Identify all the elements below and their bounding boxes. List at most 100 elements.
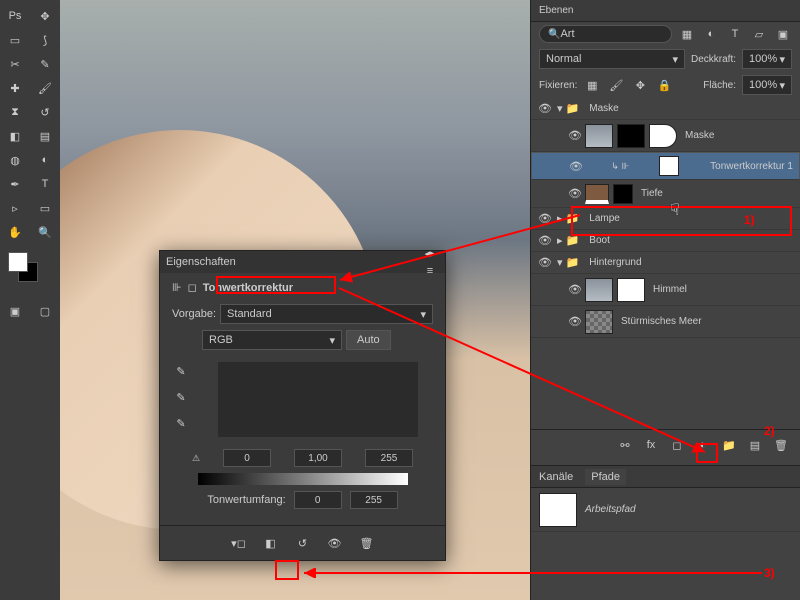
layer-meer-row[interactable]: 👁Stürmisches Meer bbox=[531, 306, 800, 338]
histogram[interactable] bbox=[218, 362, 418, 437]
folder-toggle[interactable]: ▸ 📁 bbox=[557, 234, 579, 247]
paths-tab[interactable]: Pfade bbox=[585, 469, 626, 485]
link-layers-icon[interactable]: ⚯ bbox=[616, 436, 634, 454]
add-mask-icon[interactable]: ◻ bbox=[668, 436, 686, 454]
lasso-tool[interactable]: ⟆ bbox=[32, 29, 58, 51]
layer-thumb[interactable] bbox=[585, 278, 613, 302]
eyedrop-white-icon[interactable]: ✎ bbox=[172, 414, 190, 432]
visibility-icon[interactable]: 👁 bbox=[537, 256, 553, 269]
preset-select[interactable]: Standard▾ bbox=[220, 304, 433, 324]
eyedrop-black-icon[interactable]: ✎ bbox=[172, 362, 190, 380]
clip-icon: ↳ ⊪ bbox=[611, 161, 629, 172]
new-adjustment-icon[interactable]: ◐ bbox=[694, 436, 712, 454]
layer-thumb[interactable] bbox=[585, 124, 613, 148]
gradient-tool[interactable]: ▤ bbox=[32, 125, 58, 147]
layers-panel-tab[interactable]: Ebenen bbox=[531, 0, 800, 22]
group-boot-row[interactable]: 👁▸ 📁Boot bbox=[531, 230, 800, 252]
new-group-icon[interactable]: 📁 bbox=[720, 436, 738, 454]
quickmask-toggle[interactable]: ▣ bbox=[2, 300, 28, 322]
view-previous-icon[interactable]: ◧ bbox=[262, 534, 280, 552]
opacity-input[interactable]: 100%▾ bbox=[742, 49, 792, 69]
visibility-icon[interactable]: 👁 bbox=[568, 160, 584, 173]
fx-icon[interactable]: fx bbox=[642, 436, 660, 454]
layer-tiefe-row[interactable]: 👁Tiefe bbox=[531, 180, 800, 208]
group-lampe-row[interactable]: 👁▸ 📁Lampe bbox=[531, 208, 800, 230]
out-low-input[interactable] bbox=[294, 491, 342, 509]
type-tool[interactable]: T bbox=[32, 173, 58, 195]
pen-tool[interactable]: ✒ bbox=[2, 173, 28, 195]
blend-mode-select[interactable]: Normal▾ bbox=[539, 49, 685, 69]
group-maske-row[interactable]: 👁▾ 📁Maske bbox=[531, 98, 800, 120]
filter-adjust-icon[interactable]: ◐ bbox=[702, 25, 720, 43]
history-brush[interactable]: ↺ bbox=[32, 101, 58, 123]
lock-all-icon[interactable]: 🔒 bbox=[655, 76, 673, 94]
clip-to-layer-icon[interactable]: ▾◻ bbox=[230, 534, 248, 552]
workpath-row[interactable]: Arbeitspfad bbox=[531, 488, 800, 532]
visibility-icon[interactable]: 👁 bbox=[537, 102, 553, 115]
eraser-tool[interactable]: ◧ bbox=[2, 125, 28, 147]
filter-text-icon[interactable]: T bbox=[726, 25, 744, 43]
visibility-icon[interactable]: 👁 bbox=[567, 129, 583, 142]
brush-tool[interactable]: 🖌 bbox=[32, 77, 58, 99]
toggle-visibility-icon[interactable]: 👁 bbox=[326, 534, 344, 552]
visibility-icon[interactable]: 👁 bbox=[567, 187, 583, 200]
delete-adjustment-icon[interactable]: 🗑 bbox=[358, 534, 376, 552]
visibility-icon[interactable]: 👁 bbox=[537, 212, 553, 225]
eyedrop-gray-icon[interactable]: ✎ bbox=[172, 388, 190, 406]
visibility-icon[interactable]: 👁 bbox=[567, 315, 583, 328]
mask-thumb[interactable] bbox=[659, 156, 679, 176]
filter-smart-icon[interactable]: ▣ bbox=[774, 25, 792, 43]
eyedropper-tool[interactable]: ✎ bbox=[32, 53, 58, 75]
folder-toggle[interactable]: ▸ 📁 bbox=[557, 212, 579, 225]
heal-tool[interactable]: ✚ bbox=[2, 77, 28, 99]
folder-toggle[interactable]: ▾ 📁 bbox=[557, 102, 579, 115]
folder-toggle[interactable]: ▾ 📁 bbox=[557, 256, 579, 269]
move-tool[interactable]: ✥ bbox=[32, 5, 58, 27]
blur-tool[interactable]: ◍ bbox=[2, 149, 28, 171]
screenmode[interactable]: ▢ bbox=[32, 300, 58, 322]
hand-tool[interactable]: ✋ bbox=[2, 221, 28, 243]
group-hg-row[interactable]: 👁▾ 📁Hintergrund bbox=[531, 252, 800, 274]
dodge-tool[interactable]: ◐ bbox=[32, 149, 58, 171]
layer-thumb[interactable] bbox=[585, 310, 613, 334]
foreground-swatch[interactable] bbox=[8, 252, 28, 272]
layer-himmel-row[interactable]: 👁Himmel bbox=[531, 274, 800, 306]
layer-levels-row[interactable]: 👁↳ ⊪Tonwertkorrektur 1 bbox=[531, 152, 800, 180]
path-select[interactable]: ▹ bbox=[2, 197, 28, 219]
out-high-input[interactable] bbox=[350, 491, 398, 509]
lock-position-icon[interactable]: ✥ bbox=[631, 76, 649, 94]
mask-thumb2[interactable] bbox=[649, 124, 677, 148]
visibility-icon[interactable]: 👁 bbox=[537, 234, 553, 247]
shape-tool[interactable]: ▭ bbox=[32, 197, 58, 219]
layer-maske-row[interactable]: 👁Maske bbox=[531, 120, 800, 152]
panel-menu-icon[interactable]: ≡ bbox=[421, 262, 439, 280]
mask-thumb[interactable] bbox=[617, 124, 645, 148]
zoom-tool[interactable]: 🔍 bbox=[32, 221, 58, 243]
visibility-icon[interactable]: 👁 bbox=[567, 283, 583, 296]
marquee-tool[interactable]: ▭ bbox=[2, 29, 28, 51]
path-thumb[interactable] bbox=[539, 493, 577, 527]
fill-input[interactable]: 100%▾ bbox=[742, 75, 792, 95]
midtone-input[interactable] bbox=[294, 449, 342, 467]
mask-mode-icon[interactable]: ◻ bbox=[188, 281, 197, 294]
shadow-input[interactable] bbox=[223, 449, 271, 467]
highlight-input[interactable] bbox=[365, 449, 413, 467]
output-gradient[interactable] bbox=[198, 473, 408, 485]
lock-transparent-icon[interactable]: ▦ bbox=[583, 76, 601, 94]
new-layer-icon[interactable]: ▤ bbox=[746, 436, 764, 454]
auto-button[interactable]: Auto bbox=[346, 330, 391, 350]
filter-pixel-icon[interactable]: ▦ bbox=[678, 25, 696, 43]
mask-thumb[interactable] bbox=[613, 184, 633, 204]
mask-thumb[interactable] bbox=[617, 278, 645, 302]
layer-thumb[interactable] bbox=[585, 184, 609, 204]
channel-select[interactable]: RGB▾ bbox=[202, 330, 342, 350]
reset-icon[interactable]: ↺ bbox=[294, 534, 312, 552]
collapse-icon[interactable]: ◂▸ bbox=[421, 244, 439, 262]
lock-pixels-icon[interactable]: 🖌 bbox=[607, 76, 625, 94]
filter-shape-icon[interactable]: ▱ bbox=[750, 25, 768, 43]
stamp-tool[interactable]: ⧗ bbox=[2, 101, 28, 123]
crop-tool[interactable]: ✂ bbox=[2, 53, 28, 75]
layer-filter[interactable]: 🔍 Art bbox=[539, 25, 672, 43]
delete-layer-icon[interactable]: 🗑 bbox=[772, 436, 790, 454]
channels-tab[interactable]: Kanäle bbox=[539, 471, 573, 483]
